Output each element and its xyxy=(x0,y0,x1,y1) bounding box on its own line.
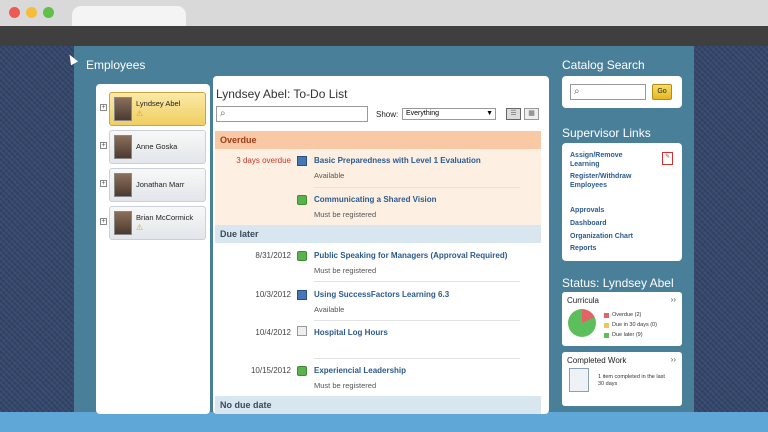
list-view-button[interactable]: ☰ xyxy=(506,108,521,120)
todo-item-title[interactable]: Using SuccessFactors Learning 6.3 xyxy=(314,290,449,299)
todo-item-title[interactable]: Experiencial Leadership xyxy=(314,366,406,375)
pdf-icon[interactable]: ✎ xyxy=(662,152,673,165)
supervisor-links-heading: Supervisor Links xyxy=(562,126,651,140)
supervisor-links-panel: Assign/Remove Learning ✎ Register/Withdr… xyxy=(562,143,682,261)
link-reports[interactable]: Reports xyxy=(570,244,596,253)
show-filter-select[interactable]: Everything ▼ xyxy=(402,108,496,120)
legend-swatch xyxy=(604,322,609,328)
todo-item-status: Available xyxy=(314,171,345,180)
curricula-pie-chart xyxy=(568,309,596,337)
chevron-right-icon[interactable]: ›› xyxy=(671,295,676,304)
divider xyxy=(314,187,520,188)
link-approvals[interactable]: Approvals xyxy=(570,206,604,215)
person-icon xyxy=(297,195,307,205)
employee-card-anne-goska[interactable]: Anne Goska xyxy=(109,130,206,164)
show-filter-value: Everything xyxy=(406,110,440,117)
monitor-icon xyxy=(297,156,307,166)
completed-work-title: Completed Work xyxy=(567,356,627,365)
todo-item-status: Must be registered xyxy=(314,210,377,219)
todo-panel: Lyndsey Abel: To-Do List ⌕ Show: Everyth… xyxy=(213,76,549,414)
group-overdue: Overdue xyxy=(215,131,541,149)
completed-work-card[interactable]: Completed Work ›› 1 item completed in th… xyxy=(562,352,682,406)
catalog-search-panel: ⌕ Go xyxy=(562,76,682,108)
expand-icon[interactable]: + xyxy=(100,218,107,225)
todo-item-title[interactable]: Communicating a Shared Vision xyxy=(314,195,437,204)
avatar xyxy=(114,97,132,121)
maximize-window-icon[interactable] xyxy=(43,7,54,18)
employee-card-lyndsey-abel[interactable]: Lyndsey Abel ⚠ xyxy=(109,92,206,126)
todo-title: Lyndsey Abel: To-Do List xyxy=(216,87,348,101)
todo-item-title[interactable]: Hospital Log Hours xyxy=(314,328,388,337)
link-organization-chart[interactable]: Organization Chart xyxy=(570,232,633,241)
catalog-search-heading: Catalog Search xyxy=(562,58,645,72)
bottom-bar xyxy=(0,412,768,432)
completed-work-text: 1 item completed in the last 30 days xyxy=(598,374,665,387)
legend-overdue: Overdue (2) xyxy=(604,312,641,318)
person-icon xyxy=(297,251,307,261)
employees-heading: Employees xyxy=(86,58,146,72)
legend-due-30: Due in 30 days (0) xyxy=(604,322,657,328)
divider xyxy=(314,320,520,321)
monitor-icon xyxy=(297,290,307,300)
chevron-right-icon[interactable]: ›› xyxy=(671,355,676,364)
document-icon xyxy=(297,326,307,336)
item-date: 8/31/2012 xyxy=(255,251,291,260)
todo-item-status: Must be registered xyxy=(314,381,377,390)
curricula-title: Curricula xyxy=(567,296,600,305)
employee-card-jonathan-marr[interactable]: Jonathan Marr xyxy=(109,168,206,202)
curricula-card[interactable]: Curricula ›› Overdue (2) Due in 30 days … xyxy=(562,292,682,346)
employees-panel: + Lyndsey Abel ⚠ + Anne Goska + Jonathan… xyxy=(96,84,210,414)
todo-item-title[interactable]: Basic Preparedness with Level 1 Evaluati… xyxy=(314,156,481,165)
item-date: 10/3/2012 xyxy=(255,290,291,299)
legend-label: Due in 30 days (0) xyxy=(612,322,657,328)
warning-icon: ⚠ xyxy=(136,109,144,118)
avatar xyxy=(114,135,132,159)
minimize-window-icon[interactable] xyxy=(26,7,37,18)
todo-item-title[interactable]: Public Speaking for Managers (Approval R… xyxy=(314,251,507,260)
divider xyxy=(314,281,520,282)
group-due-later: Due later xyxy=(215,225,541,243)
expand-icon[interactable]: + xyxy=(100,142,107,149)
legend-due-later: Due later (9) xyxy=(604,332,643,338)
legend-swatch xyxy=(604,332,609,338)
expand-icon[interactable]: + xyxy=(100,180,107,187)
link-register-withdraw-employees[interactable]: Register/Withdraw Employees xyxy=(570,172,660,190)
browser-toolbar xyxy=(0,26,768,46)
legend-label: Due later (9) xyxy=(612,332,643,338)
link-dashboard[interactable]: Dashboard xyxy=(570,219,607,228)
employee-name: Lyndsey Abel xyxy=(136,99,181,108)
catalog-search-input[interactable]: ⌕ xyxy=(570,84,646,100)
grid-view-button[interactable]: ▦ xyxy=(524,108,539,120)
search-icon: ⌕ xyxy=(574,86,580,97)
link-assign-remove-learning[interactable]: Assign/Remove Learning xyxy=(570,151,650,169)
todo-item-status: Available xyxy=(314,305,345,314)
legend-label: Overdue (2) xyxy=(612,312,642,318)
item-date: 10/15/2012 xyxy=(250,366,291,375)
group-no-due-date: No due date xyxy=(215,396,541,414)
chevron-down-icon: ▼ xyxy=(486,110,493,117)
go-button[interactable]: Go xyxy=(652,84,672,100)
person-icon xyxy=(297,366,307,376)
employee-name: Anne Goska xyxy=(136,142,178,151)
item-date: 10/4/2012 xyxy=(255,328,291,337)
employee-name: Jonathan Marr xyxy=(136,180,185,189)
status-heading: Status: Lyndsey Abel xyxy=(562,276,674,290)
todo-search-input[interactable]: ⌕ xyxy=(216,106,368,122)
checklist-icon xyxy=(569,368,589,392)
search-icon: ⌕ xyxy=(220,108,226,119)
employee-card-brian-mccormick[interactable]: Brian McCormick ⚠ xyxy=(109,206,206,240)
warning-icon: ⚠ xyxy=(136,223,144,232)
show-label: Show: xyxy=(376,110,399,119)
avatar xyxy=(114,211,132,235)
expand-icon[interactable]: + xyxy=(100,104,107,111)
item-date: 3 days overdue xyxy=(236,156,291,165)
divider xyxy=(314,358,520,359)
legend-swatch xyxy=(604,312,609,318)
todo-item-status: Must be registered xyxy=(314,266,377,275)
employee-name: Brian McCormick xyxy=(136,213,194,222)
close-window-icon[interactable] xyxy=(9,7,20,18)
avatar xyxy=(114,173,132,197)
